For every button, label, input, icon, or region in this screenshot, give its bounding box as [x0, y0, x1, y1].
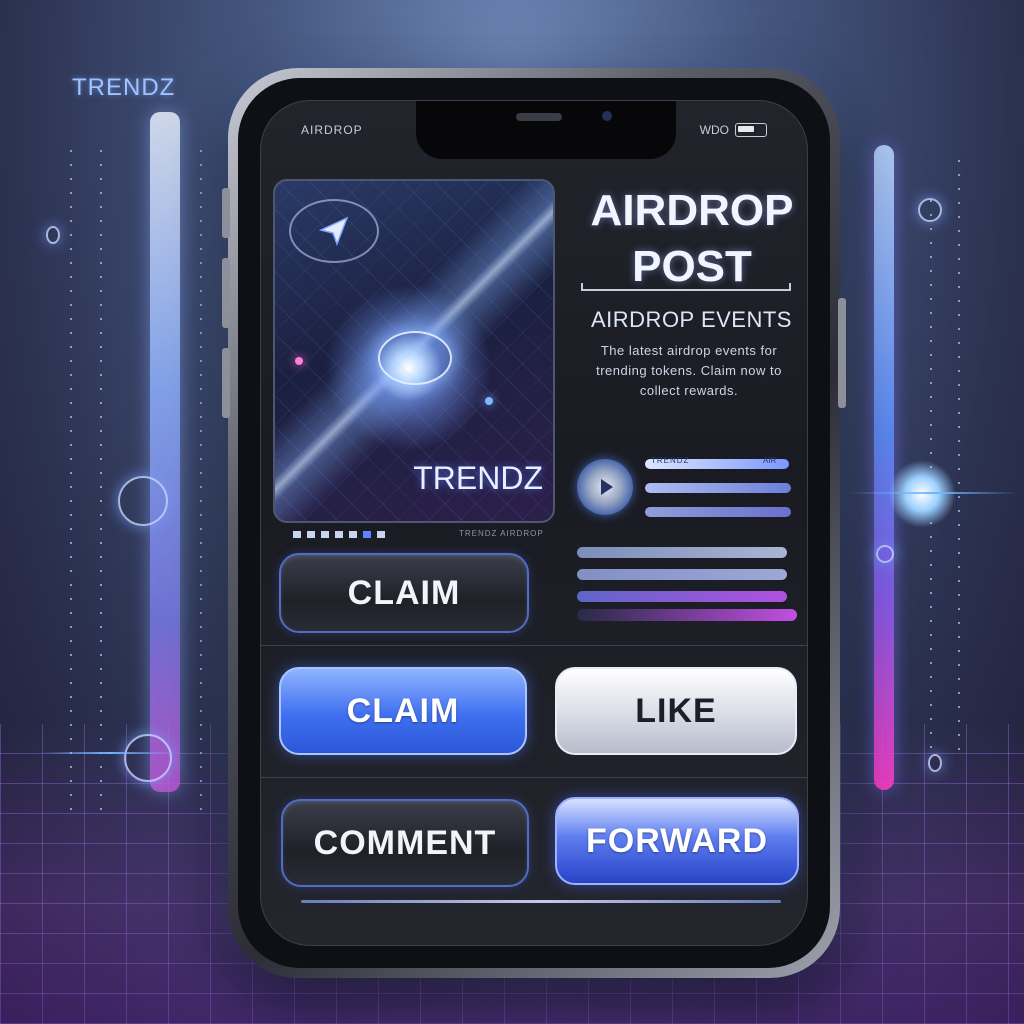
- hero-spark: [485, 397, 493, 405]
- glow-orb: [888, 460, 956, 528]
- navigation-arrow-glyph: [318, 216, 349, 247]
- section-divider: [261, 645, 807, 646]
- deco-ring: [918, 198, 942, 222]
- brand-logo: TRENDZ: [72, 74, 176, 101]
- like-button[interactable]: LIKE: [555, 667, 797, 755]
- light-streak: [40, 752, 180, 754]
- notch: [416, 101, 676, 159]
- pager-dot[interactable]: [307, 531, 315, 538]
- navigation-arrow-icon[interactable]: [289, 199, 379, 263]
- player-bar: [645, 483, 791, 493]
- player-bar: [645, 507, 791, 517]
- speaker-grille: [516, 113, 562, 121]
- power-button: [838, 298, 846, 408]
- dotted-guide: [70, 150, 72, 810]
- status-bar-right: WDO: [700, 123, 767, 137]
- play-icon[interactable]: [577, 459, 633, 515]
- side-button: [222, 348, 230, 418]
- post-title: AIRDROP POST: [567, 183, 807, 295]
- progress-bar: [577, 569, 787, 580]
- hero-label: TRENDZ: [413, 460, 543, 496]
- post-title-line2: POST: [632, 242, 752, 291]
- status-bar-right-text: WDO: [699, 123, 729, 137]
- pager-caption: TRENDZ AIRDROP: [459, 529, 544, 538]
- home-indicator[interactable]: [301, 900, 781, 903]
- hero-image-card[interactable]: TRENDZ: [273, 179, 555, 523]
- media-player: TRENDZ AIR: [577, 456, 807, 519]
- pager-dot[interactable]: [377, 531, 385, 538]
- light-streak: [848, 492, 1018, 494]
- pager-dot[interactable]: [321, 531, 329, 538]
- section-divider: [261, 777, 807, 778]
- phone-screen: AIRDROP WDO TRENDZ TRENDZ AIRDROP AIRDRO…: [260, 100, 808, 946]
- dotted-guide: [100, 150, 102, 810]
- pager-dot-active[interactable]: [363, 531, 371, 538]
- forward-button[interactable]: FORWARD: [555, 797, 799, 885]
- dotted-guide: [958, 160, 960, 760]
- deco-ring: [124, 734, 172, 782]
- deco-ring: [928, 754, 942, 772]
- deco-ring: [118, 476, 168, 526]
- left-light-bar: [150, 112, 180, 792]
- status-bar-left: AIRDROP: [301, 123, 363, 137]
- title-underline: [581, 283, 791, 291]
- progress-bar: [577, 591, 787, 602]
- deco-ring: [46, 226, 60, 244]
- progress-bar: [577, 609, 797, 621]
- battery-icon: [735, 123, 767, 137]
- events-description: The latest airdrop events for trending t…: [596, 343, 782, 398]
- carousel-pager[interactable]: [293, 531, 385, 538]
- pager-dot[interactable]: [349, 531, 357, 538]
- player-end-label: AIR: [763, 456, 777, 465]
- pager-dot[interactable]: [293, 531, 301, 538]
- front-camera: [602, 111, 612, 121]
- dotted-guide: [200, 150, 202, 810]
- claim-button[interactable]: CLAIM: [279, 667, 527, 755]
- progress-bar: [577, 547, 787, 558]
- events-heading: AIRDROP EVENTS: [591, 307, 792, 332]
- side-button: [222, 188, 230, 238]
- player-label: TRENDZ: [651, 456, 690, 465]
- deco-ring: [876, 545, 894, 563]
- hero-energy-ring: [378, 331, 452, 385]
- right-light-bar: [874, 145, 894, 790]
- claim-button-top[interactable]: CLAIM: [279, 553, 529, 633]
- comment-button[interactable]: COMMENT: [281, 799, 529, 887]
- hero-spark: [295, 357, 303, 365]
- phone-bezel: AIRDROP WDO TRENDZ TRENDZ AIRDROP AIRDRO…: [238, 78, 830, 968]
- phone-frame: AIRDROP WDO TRENDZ TRENDZ AIRDROP AIRDRO…: [222, 68, 846, 978]
- side-button: [222, 258, 230, 328]
- post-title-line1: AIRDROP: [590, 186, 794, 235]
- pager-dot[interactable]: [335, 531, 343, 538]
